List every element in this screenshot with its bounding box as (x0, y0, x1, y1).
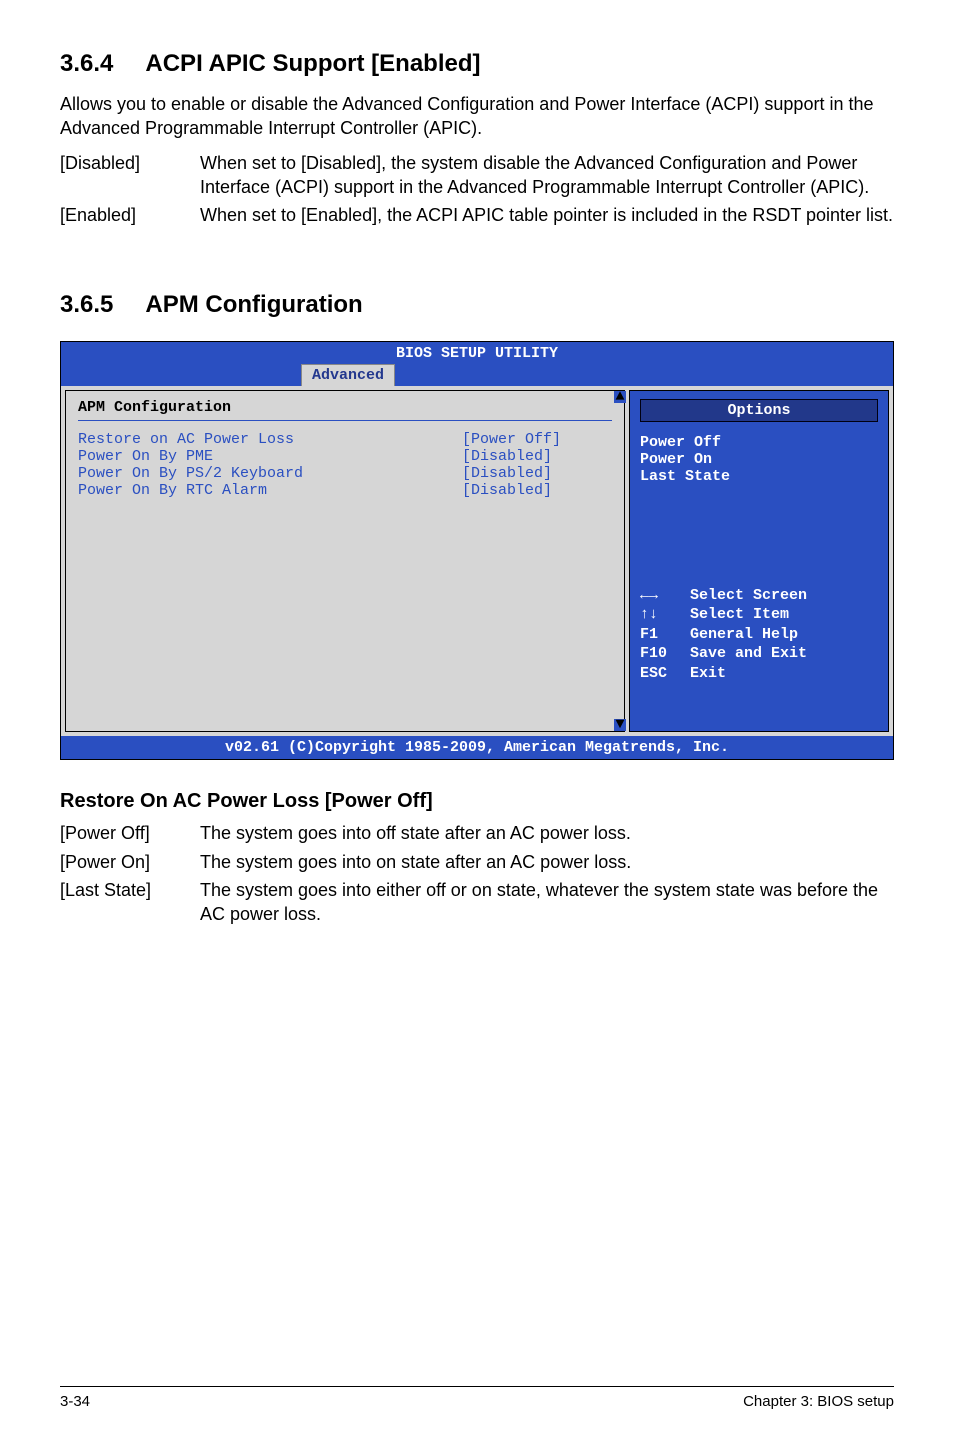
bios-left-pane: APM Configuration Restore on AC Power Lo… (65, 390, 625, 732)
section-364-title: 3.6.4 ACPI APIC Support [Enabled] (60, 50, 894, 78)
page-footer: 3-34 Chapter 3: BIOS setup (60, 1386, 894, 1410)
bios-setting-row[interactable]: Restore on AC Power Loss [Power Off] (78, 431, 612, 448)
divider (78, 420, 612, 421)
help-text: Select Screen (690, 586, 807, 606)
option-row-disabled: [Disabled] When set to [Disabled], the s… (60, 151, 894, 200)
bios-config-title: APM Configuration (78, 399, 612, 416)
scroll-down-icon[interactable]: ▼ (614, 719, 626, 731)
key-arrows-ud-icon: ↑↓ (640, 605, 690, 625)
key-esc: ESC (640, 664, 690, 684)
bios-setting-value: [Disabled] (462, 465, 612, 482)
bios-help-line: F10Save and Exit (640, 644, 878, 664)
scroll-up-icon[interactable]: ▲ (614, 391, 626, 403)
bios-option-value[interactable]: Last State (640, 468, 878, 485)
option-text: The system goes into off state after an … (200, 821, 894, 845)
section-364-heading: ACPI APIC Support [Enabled] (145, 50, 480, 77)
bios-help-line: ↑↓Select Item (640, 605, 878, 625)
key-f10: F10 (640, 644, 690, 664)
option-label: [Power On] (60, 850, 200, 874)
option-row-poweroff: [Power Off] The system goes into off sta… (60, 821, 894, 845)
bios-option-value[interactable]: Power On (640, 451, 878, 468)
bios-setting-value: [Disabled] (462, 448, 612, 465)
bios-right-pane: Options Power Off Power On Last State ←→… (629, 390, 889, 732)
option-row-laststate: [Last State] The system goes into either… (60, 878, 894, 927)
option-text: The system goes into either off or on st… (200, 878, 894, 927)
option-label: [Disabled] (60, 151, 200, 200)
bios-setting-row[interactable]: Power On By PME [Disabled] (78, 448, 612, 465)
help-text: General Help (690, 625, 798, 645)
bios-header-title: BIOS SETUP UTILITY (61, 342, 893, 362)
bios-option-value[interactable]: Power Off (640, 434, 878, 451)
option-row-enabled: [Enabled] When set to [Enabled], the ACP… (60, 203, 894, 227)
bios-screenshot: BIOS SETUP UTILITY Advanced APM Configur… (60, 341, 894, 760)
bios-options-header: Options (640, 399, 878, 422)
option-row-poweron: [Power On] The system goes into on state… (60, 850, 894, 874)
section-364-description: Allows you to enable or disable the Adva… (60, 92, 894, 141)
section-365-heading: APM Configuration (145, 291, 362, 318)
option-label: [Power Off] (60, 821, 200, 845)
option-label: [Enabled] (60, 203, 200, 227)
option-text: When set to [Enabled], the ACPI APIC tab… (200, 203, 894, 227)
bios-help-line: ←→Select Screen (640, 586, 878, 606)
help-text: Select Item (690, 605, 789, 625)
bios-help-line: F1General Help (640, 625, 878, 645)
bios-setting-value: [Power Off] (462, 431, 612, 448)
help-text: Exit (690, 664, 726, 684)
option-text: The system goes into on state after an A… (200, 850, 894, 874)
bios-setting-label: Restore on AC Power Loss (78, 431, 462, 448)
bios-setting-label: Power On By PS/2 Keyboard (78, 465, 462, 482)
key-f1: F1 (640, 625, 690, 645)
section-365-title: 3.6.5 APM Configuration (60, 291, 894, 319)
bios-setting-row[interactable]: Power On By PS/2 Keyboard [Disabled] (78, 465, 612, 482)
bios-setting-value: [Disabled] (462, 482, 612, 499)
section-365-number: 3.6.5 (60, 291, 113, 319)
bios-help-line: ESCExit (640, 664, 878, 684)
bios-setting-label: Power On By PME (78, 448, 462, 465)
bios-setting-row[interactable]: Power On By RTC Alarm [Disabled] (78, 482, 612, 499)
bios-header: BIOS SETUP UTILITY Advanced (61, 342, 893, 386)
section-364-number: 3.6.4 (60, 50, 113, 78)
bios-help-block: ←→Select Screen ↑↓Select Item F1General … (640, 586, 878, 684)
bios-tab-advanced[interactable]: Advanced (301, 364, 395, 386)
page-number: 3-34 (60, 1393, 90, 1410)
restore-heading: Restore On AC Power Loss [Power Off] (60, 790, 894, 813)
chapter-label: Chapter 3: BIOS setup (743, 1393, 894, 1410)
key-arrows-lr-icon: ←→ (640, 586, 690, 606)
option-text: When set to [Disabled], the system disab… (200, 151, 894, 200)
bios-footer: v02.61 (C)Copyright 1985-2009, American … (61, 736, 893, 759)
bios-body: APM Configuration Restore on AC Power Lo… (61, 386, 893, 736)
bios-setting-label: Power On By RTC Alarm (78, 482, 462, 499)
help-text: Save and Exit (690, 644, 807, 664)
option-label: [Last State] (60, 878, 200, 927)
